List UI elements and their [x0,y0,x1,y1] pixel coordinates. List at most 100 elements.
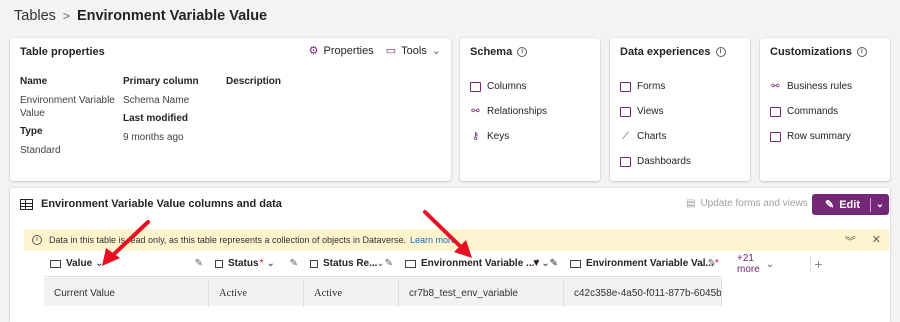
type-label: Type [20,126,43,137]
view-icon [620,106,631,117]
custom-item-business-rules[interactable]: ⚯ Business rules [770,81,852,92]
required-marker: * [259,258,264,269]
breadcrumb-separator: > [62,9,70,23]
custom-item-label: Business rules [787,81,853,92]
column-header-status[interactable]: Status * ⌄ ✎ [209,251,304,277]
form-icon [620,81,631,92]
cell-status[interactable]: Active [209,279,304,307]
cell-environment-variable-value-id[interactable]: c42c358e-4a50-f011-877b-6045b... [564,279,722,307]
last-modified-label: Last modified [123,113,189,124]
cell-environment-variable[interactable]: cr7b8_test_env_variable [399,279,564,307]
customizations-title: Customizations [770,46,852,58]
custom-item-label: Row summary [787,131,851,142]
lookup-icon [405,259,416,268]
data-exp-item-label: Forms [637,81,666,92]
update-label: Update forms and views [700,198,808,209]
name-value-line2: Value [20,108,45,119]
edit-button[interactable]: ✎ Edit ⌄ [812,194,889,215]
columns-icon [470,81,481,92]
info-icon: i [32,235,42,245]
unique-id-icon [570,259,581,268]
data-exp-item-views[interactable]: Views [620,106,664,117]
chevron-down-icon: ⌄ [765,258,775,270]
pencil-icon: ✎ [825,199,835,211]
more-columns-button[interactable]: +21 more ⌄ [737,251,774,277]
add-column-button[interactable]: + [810,256,826,272]
gear-icon: ⚙ [308,45,319,57]
column-header-environment-variable[interactable]: Environment Variable ... * ▼⌄✎ [399,251,564,277]
learn-more-link[interactable]: Learn more [410,235,456,245]
data-exp-item-label: Charts [637,131,667,142]
column-header-environment-variable-value-id[interactable]: Environment Variable Val... * ⌄✎ [564,251,722,277]
schema-item-label: Keys [487,131,510,142]
properties-button[interactable]: ⚙ Properties [308,44,374,58]
edit-column-icon[interactable]: ✎ [195,258,203,269]
cell-status-reason[interactable]: Active [304,279,399,307]
data-exp-item-dashboards[interactable]: Dashboards [620,156,691,167]
update-forms-views-button[interactable]: ▤ Update forms and views [686,198,808,209]
custom-item-commands[interactable]: Commands [770,106,838,117]
filter-icon[interactable]: ▼⌄✎ [531,258,558,269]
edit-dropdown-chevron-icon[interactable]: ⌄ [871,199,889,210]
data-experiences-card: Data experiences i Forms Views ⟋ Charts … [610,38,750,181]
toolbox-icon: ▭ [385,45,397,57]
primary-column-value: Schema Name [123,95,190,106]
column-header-label: Environment Variable ... [421,258,535,269]
edit-label: Edit [839,198,860,211]
dashboard-icon [620,156,631,167]
page-title: Environment Variable Value [76,8,268,24]
schema-card: Schema i Columns ⚯ Relationships ⚷ Keys [460,38,600,181]
info-icon[interactable]: i [856,47,867,57]
chevron-down-icon: ⌄ [95,258,104,269]
choice-icon [215,259,223,268]
panel-title: Environment Variable Value columns and d… [41,198,282,210]
columns-data-panel: Environment Variable Value columns and d… [10,188,890,322]
customizations-card: Customizations i ⚯ Business rules Comman… [760,38,890,181]
column-header-label: Status Re... [323,258,378,269]
text-field-icon [50,259,61,268]
more-columns-label: +21 more [737,253,760,275]
column-header-status-reason[interactable]: Status Re... ⌄✎ [304,251,399,277]
column-header-label: Environment Variable Val... [586,258,714,269]
row-summary-icon [770,131,781,142]
column-header-label: Value [66,258,93,269]
schema-item-columns[interactable]: Columns [470,81,526,92]
table-properties-title: Table properties [20,46,105,58]
schema-item-keys[interactable]: ⚷ Keys [470,131,509,142]
data-exp-item-forms[interactable]: Forms [620,81,665,92]
relationships-icon: ⚯ [471,106,480,117]
info-icon[interactable]: i [517,47,528,57]
last-modified-value: 9 months ago [123,132,184,143]
read-only-banner: i Data in this table is read only, as th… [24,229,889,251]
schema-item-relationships[interactable]: ⚯ Relationships [470,106,547,117]
chart-icon: ⟋ [622,131,629,142]
info-icon[interactable]: i [715,47,726,57]
data-exp-item-label: Dashboards [637,156,691,167]
data-experiences-title: Data experiences [620,46,711,58]
business-rules-icon: ⚯ [771,81,780,92]
column-header-value[interactable]: Value ⌄ ✎ [44,251,209,277]
description-label: Description [226,76,282,87]
table-icon [20,198,33,210]
primary-column-label: Primary column [123,76,199,87]
schema-title: Schema [470,46,513,58]
edit-column-icon[interactable]: ⌄✎ [376,258,393,269]
commands-icon [770,106,781,117]
edit-column-icon[interactable]: ✎ [290,258,298,269]
properties-label: Properties [323,44,374,57]
table-row[interactable]: Current Value Active Active cr7b8_test_e… [44,278,722,307]
collapse-chevrons-icon[interactable]: ︾ [845,233,856,249]
breadcrumb: Tables > Environment Variable Value [14,7,267,25]
cell-value[interactable]: Current Value [44,279,209,307]
close-icon[interactable]: ✕ [872,233,881,249]
data-exp-item-label: Views [637,106,664,117]
data-exp-item-charts[interactable]: ⟋ Charts [620,131,666,142]
breadcrumb-tables-link[interactable]: Tables [14,8,56,24]
tools-button[interactable]: ▭ Tools ⌄ [385,44,441,58]
tools-label: Tools [401,44,427,57]
name-value-line1: Environment Variable [20,95,115,106]
schema-item-label: Relationships [487,106,548,117]
edit-column-icon[interactable]: ⌄✎ [699,258,716,269]
custom-item-row-summary[interactable]: Row summary [770,131,851,142]
column-header-label: Status [228,258,259,269]
